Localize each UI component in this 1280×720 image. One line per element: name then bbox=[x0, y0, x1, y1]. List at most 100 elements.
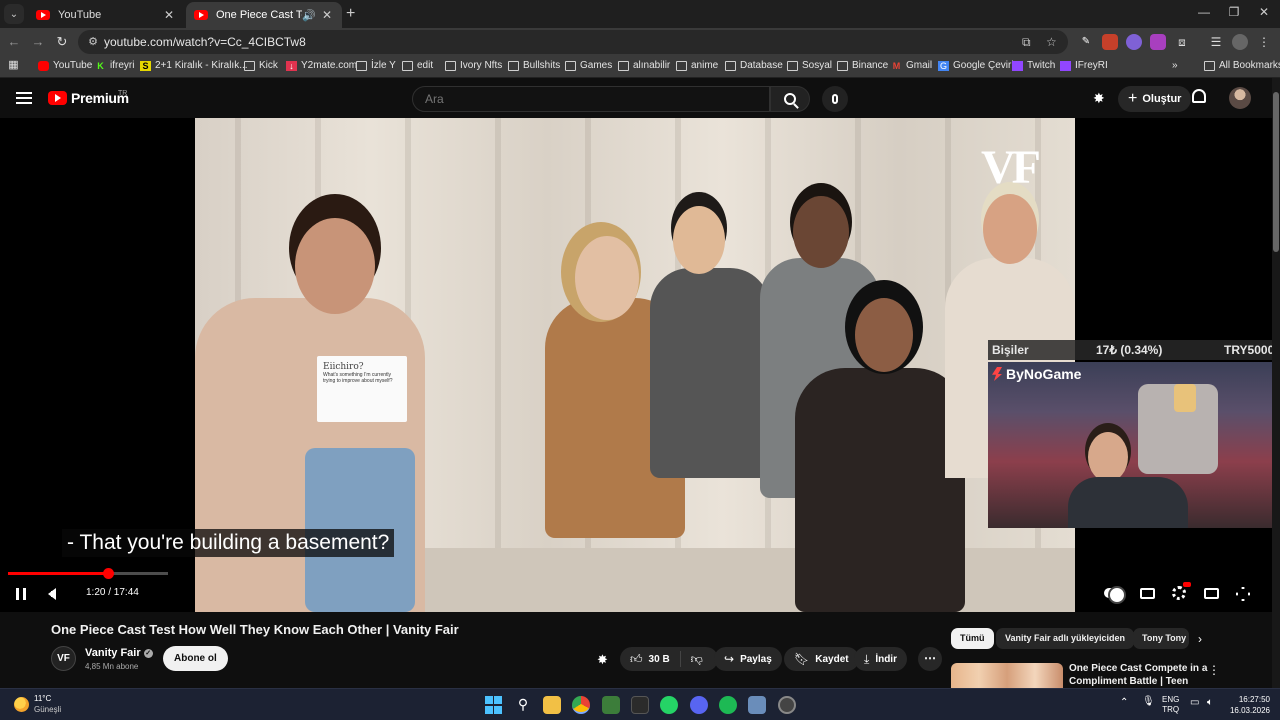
bookmark-folder-database[interactable]: Database bbox=[725, 60, 783, 71]
youtube-premium-logo[interactable]: Premium bbox=[48, 90, 129, 106]
more-bookmarks-icon[interactable]: » bbox=[1172, 60, 1178, 71]
close-tab-icon[interactable]: ✕ bbox=[162, 8, 176, 22]
bookmark-kick[interactable]: Kifreyri bbox=[95, 60, 134, 71]
bookmark-folder-alinabilir[interactable]: alınabilir bbox=[618, 60, 670, 71]
subtitles-icon[interactable] bbox=[1140, 588, 1155, 599]
voice-search-button[interactable] bbox=[822, 86, 848, 112]
site-info-icon[interactable]: ⚙ bbox=[86, 35, 100, 49]
more-vert-icon[interactable]: ⋮ bbox=[1208, 663, 1220, 677]
settings-gear-icon[interactable] bbox=[1172, 586, 1186, 600]
avatar[interactable] bbox=[1229, 87, 1251, 109]
theater-mode-icon[interactable] bbox=[1204, 588, 1219, 599]
channel-name[interactable]: Vanity Fair ✓ bbox=[85, 647, 153, 659]
minimize-button[interactable]: — bbox=[1192, 5, 1216, 19]
apps-grid-icon[interactable]: ▦ bbox=[8, 60, 23, 71]
progress-scrubber[interactable] bbox=[102, 568, 114, 579]
chevron-up-icon[interactable]: ⌃ bbox=[1120, 698, 1128, 708]
scrollbar-thumb[interactable] bbox=[1273, 92, 1279, 252]
extension-icon[interactable] bbox=[1126, 34, 1142, 50]
taskbar-search-icon[interactable]: ⚲ bbox=[514, 696, 532, 714]
search-box[interactable] bbox=[412, 86, 770, 112]
reload-button[interactable]: ↻ bbox=[52, 32, 72, 52]
whatsapp-icon[interactable] bbox=[660, 696, 678, 714]
microphone-tray-icon[interactable]: 🎙︎ bbox=[1142, 697, 1155, 707]
bookmark-translate[interactable]: G Google Çeviri bbox=[938, 60, 1014, 71]
bookmark-folder-ivory[interactable]: Ivory Nfts bbox=[445, 60, 502, 71]
autoplay-toggle[interactable] bbox=[1104, 586, 1126, 604]
bookmark-y2mate[interactable]: ↓ Y2mate.com bbox=[286, 60, 357, 71]
bookmark-ifreyri[interactable]: IFreyRI bbox=[1060, 60, 1108, 71]
notifications-bell-icon[interactable] bbox=[1192, 89, 1206, 103]
bookmark-folder-edit[interactable]: edit bbox=[402, 60, 433, 71]
bookmark-twitch[interactable]: Twitch bbox=[1012, 60, 1055, 71]
weather-condition[interactable]: Güneşli bbox=[34, 705, 61, 714]
more-actions-button[interactable]: ⋯ bbox=[918, 647, 942, 671]
bookmark-folder-binance[interactable]: Binance bbox=[837, 60, 888, 71]
app-icon[interactable] bbox=[748, 696, 766, 714]
chip-tony-tony[interactable]: Tony Tony bbox=[1133, 628, 1189, 649]
tab-video[interactable]: One Piece Cast Test How W 🔊 ✕ bbox=[186, 2, 342, 28]
subscribe-button[interactable]: Abone ol bbox=[163, 646, 228, 671]
discord-icon[interactable] bbox=[690, 696, 708, 714]
steam-icon[interactable] bbox=[778, 696, 796, 714]
install-app-icon[interactable]: ⧉ bbox=[1022, 35, 1031, 50]
save-button[interactable]: 🔖︎ Kaydet bbox=[784, 647, 859, 671]
chrome-icon[interactable] bbox=[572, 696, 590, 714]
tab-search-button[interactable]: ⌄ bbox=[4, 4, 24, 24]
new-tab-button[interactable]: + bbox=[346, 5, 355, 23]
bookmark-gmail[interactable]: M Gmail bbox=[891, 60, 932, 71]
all-bookmarks[interactable]: All Bookmarks bbox=[1204, 60, 1280, 71]
like-button[interactable]: 👍︎ 30 B bbox=[620, 651, 681, 667]
network-icon[interactable]: ▭ bbox=[1190, 698, 1199, 708]
app-icon[interactable] bbox=[631, 696, 649, 714]
app-icon[interactable] bbox=[602, 696, 620, 714]
chip-all[interactable]: Tümü bbox=[951, 628, 994, 649]
search-input[interactable] bbox=[413, 87, 769, 111]
volume-icon[interactable] bbox=[48, 588, 56, 600]
taskbar-clock[interactable]: 16:27:50 16.03.2026 bbox=[1224, 694, 1270, 716]
url-text[interactable]: youtube.com/watch?v=Cc_4CIBCTw8 bbox=[104, 35, 306, 49]
share-button[interactable]: ↪ Paylaş bbox=[714, 647, 782, 671]
bookmark-star-icon[interactable]: ☆ bbox=[1046, 35, 1057, 49]
profile-icon[interactable] bbox=[1232, 34, 1248, 50]
weather-sun-icon[interactable] bbox=[14, 697, 29, 712]
create-button[interactable]: + Oluştur bbox=[1118, 86, 1192, 112]
bookmark-youtube[interactable]: YouTube bbox=[38, 60, 92, 71]
pen-extension-icon[interactable]: ✎ bbox=[1078, 34, 1094, 50]
close-tab-icon[interactable]: ✕ bbox=[320, 8, 334, 22]
media-controls-icon[interactable]: ☰ bbox=[1208, 34, 1224, 50]
extension-badge-icon[interactable]: ✸ bbox=[1093, 90, 1105, 107]
pause-icon[interactable] bbox=[16, 588, 26, 600]
search-button[interactable] bbox=[770, 86, 810, 112]
browser-menu-icon[interactable]: ⋮ bbox=[1256, 34, 1272, 50]
tab-youtube[interactable]: YouTube ✕ bbox=[28, 2, 184, 28]
file-explorer-icon[interactable] bbox=[543, 696, 561, 714]
bookmark-folder-kick[interactable]: Kick bbox=[244, 60, 278, 71]
forward-button[interactable]: → bbox=[28, 32, 48, 52]
restore-button[interactable]: ❐ bbox=[1222, 5, 1246, 19]
chip-from-channel[interactable]: Vanity Fair adlı yükleyiciden bbox=[996, 628, 1135, 649]
language-indicator[interactable]: ENG TRQ bbox=[1162, 695, 1179, 715]
progress-bar[interactable] bbox=[8, 568, 168, 579]
audio-playing-icon[interactable]: 🔊 bbox=[302, 9, 316, 22]
bookmark-folder-bullshits[interactable]: Bullshits bbox=[508, 60, 560, 71]
bookmark-folder-games[interactable]: Games bbox=[565, 60, 612, 71]
channel-avatar[interactable]: VF bbox=[51, 646, 76, 671]
extensions-puzzle-icon[interactable]: ⧈ bbox=[1174, 34, 1190, 50]
bookmark-folder-izle[interactable]: İzle Y bbox=[356, 60, 396, 71]
start-windows-icon[interactable] bbox=[485, 696, 503, 714]
fullscreen-icon[interactable] bbox=[1236, 587, 1250, 601]
dislike-button[interactable]: 👎︎ bbox=[681, 652, 713, 667]
recommendation-thumbnail[interactable] bbox=[951, 663, 1063, 688]
menu-icon[interactable] bbox=[16, 92, 32, 104]
bookmark-folder-sosyal[interactable]: Sosyal bbox=[787, 60, 832, 71]
back-button[interactable]: ← bbox=[4, 32, 24, 52]
bookmark-kiralik[interactable]: S 2+1 Kiralık - Kiralık... bbox=[140, 60, 248, 71]
download-button[interactable]: ⤓ İndir bbox=[854, 647, 907, 671]
address-bar[interactable]: ⚙ youtube.com/watch?v=Cc_4CIBCTw8 ⧉ ☆ bbox=[78, 30, 1068, 54]
extension-icon[interactable] bbox=[1102, 34, 1118, 50]
thanks-icon[interactable]: ✸ bbox=[597, 652, 608, 668]
speaker-icon[interactable]: 🔈︎ bbox=[1207, 698, 1213, 708]
temperature[interactable]: 11°C bbox=[34, 694, 51, 703]
spotify-icon[interactable] bbox=[719, 696, 737, 714]
